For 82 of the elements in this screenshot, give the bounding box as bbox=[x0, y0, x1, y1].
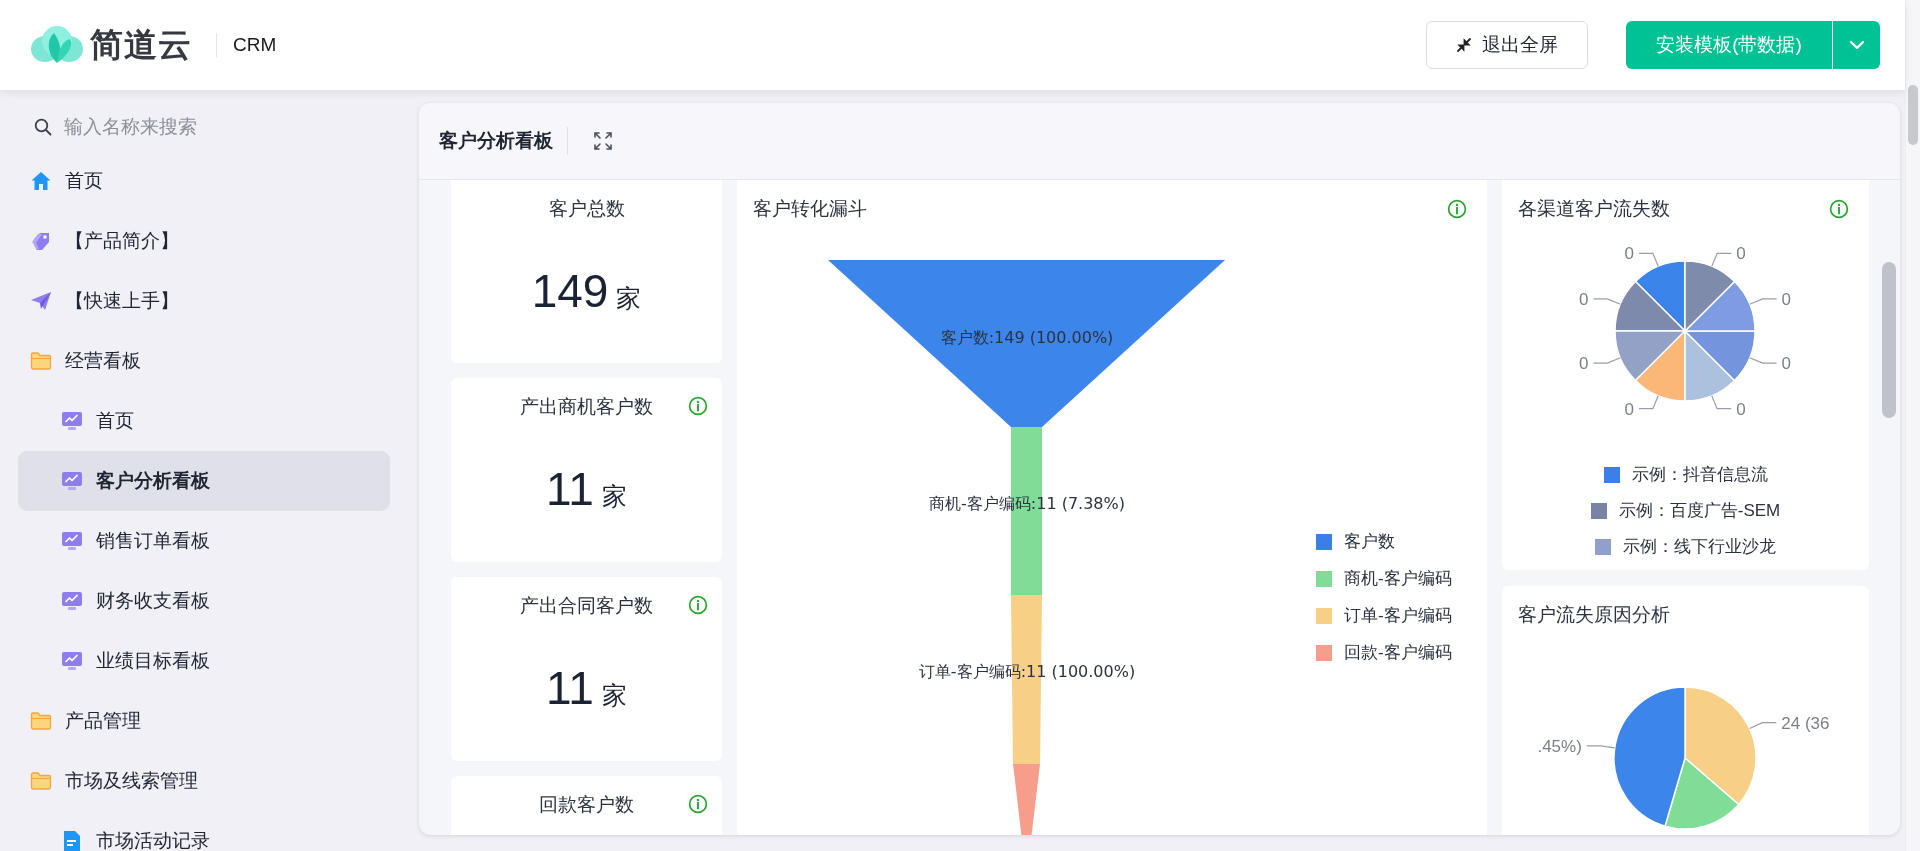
metric-unit: 家 bbox=[616, 283, 642, 314]
pie-label: 0 bbox=[1578, 289, 1589, 309]
sidebar-item[interactable]: 首页 bbox=[18, 151, 390, 211]
info-icon[interactable] bbox=[1829, 199, 1849, 219]
sidebar-item[interactable]: 业绩目标看板 bbox=[18, 631, 390, 691]
brand-name: 简道云 bbox=[90, 24, 192, 65]
leaf-logo-icon bbox=[30, 25, 84, 65]
leader-line bbox=[1711, 252, 1732, 267]
sidebar-item[interactable]: 销售订单看板 bbox=[18, 511, 390, 571]
metric-number: 11 bbox=[546, 462, 594, 516]
sidebar-item[interactable]: 【快速上手】 bbox=[18, 271, 390, 331]
search-icon bbox=[34, 118, 52, 136]
sidebar-item[interactable]: 财务收支看板 bbox=[18, 571, 390, 631]
leader-line bbox=[1638, 252, 1659, 267]
card-title: 客户总数 bbox=[548, 197, 625, 221]
legend-label: 商机-客户编码 bbox=[1344, 568, 1452, 590]
chart-monitor-icon bbox=[61, 530, 83, 552]
chart-monitor-icon bbox=[61, 590, 83, 612]
pie-label: 0 bbox=[1624, 399, 1634, 419]
metric-number: 11 bbox=[546, 661, 594, 715]
chart-monitor-icon bbox=[61, 470, 83, 492]
leader-line bbox=[1592, 298, 1621, 305]
legend-label: 示例：抖音信息流 bbox=[1631, 464, 1768, 486]
sidebar-item[interactable]: 客户分析看板 bbox=[18, 451, 390, 511]
card-title: 客户转化漏斗 bbox=[753, 197, 867, 221]
leader-line bbox=[1749, 298, 1778, 305]
info-icon[interactable] bbox=[688, 595, 708, 615]
sidebar-item[interactable]: 经营看板 bbox=[18, 331, 390, 391]
dropdown-button[interactable] bbox=[1832, 21, 1880, 69]
document-icon bbox=[61, 830, 83, 851]
search-field[interactable]: 输入名称来搜索 bbox=[62, 115, 362, 139]
tag-icon bbox=[30, 230, 52, 252]
pie-label: 0 bbox=[1736, 244, 1746, 264]
exit-fullscreen-button[interactable]: 退出全屏 bbox=[1426, 21, 1588, 69]
collapse-arrows-icon bbox=[1456, 37, 1472, 53]
legend-label: 回款-客户编码 bbox=[1344, 642, 1452, 664]
pie-label: 24 (36 bbox=[1781, 713, 1830, 733]
legend-label: 示例：线下行业沙龙 bbox=[1623, 536, 1776, 558]
pie-label: 0 bbox=[1736, 399, 1746, 419]
info-icon[interactable] bbox=[1447, 199, 1467, 219]
leader-line bbox=[1749, 722, 1777, 730]
metric-unit: 家 bbox=[601, 481, 627, 512]
legend-label: 示例：百度广告-SEM bbox=[1618, 500, 1781, 522]
card-title: 各渠道客户流失数 bbox=[1518, 197, 1670, 221]
leader-line bbox=[1711, 395, 1732, 410]
info-icon[interactable] bbox=[688, 396, 708, 416]
folder-icon bbox=[30, 710, 52, 732]
home-icon bbox=[30, 170, 52, 192]
card-title: 产出商机客户数 bbox=[520, 395, 653, 419]
pie-label: 0 bbox=[1781, 289, 1792, 309]
metric-unit: 家 bbox=[601, 680, 627, 711]
pie-label: 0 bbox=[1624, 244, 1634, 264]
product-name: CRM bbox=[233, 34, 277, 56]
dashboard-title: 客户分析看板 bbox=[439, 129, 553, 153]
leader-line bbox=[1638, 395, 1659, 410]
sidebar-item[interactable]: 产品管理 bbox=[18, 691, 390, 751]
page-scrollbar[interactable] bbox=[1905, 0, 1920, 851]
info-icon[interactable] bbox=[688, 794, 708, 814]
sidebar-item[interactable]: 市场活动记录 bbox=[18, 811, 390, 851]
card-title: 客户流失原因分析 bbox=[1518, 603, 1670, 627]
chevron-down-icon bbox=[1848, 40, 1865, 50]
pie-label: 0 bbox=[1578, 354, 1589, 374]
legend-label: 客户数 bbox=[1344, 531, 1395, 553]
sidebar-item[interactable]: 首页 bbox=[18, 391, 390, 451]
sidebar-item[interactable]: 【产品简介】 bbox=[18, 211, 390, 271]
folder-icon bbox=[30, 350, 52, 372]
leader-line bbox=[1592, 357, 1621, 364]
chart-monitor-icon bbox=[61, 410, 83, 432]
folder-icon bbox=[30, 770, 52, 792]
metric-number: 149 bbox=[531, 264, 609, 318]
pie-label: .45%) bbox=[1537, 736, 1582, 756]
pie-label: 0 bbox=[1781, 354, 1792, 374]
fullscreen-icon[interactable] bbox=[594, 132, 612, 150]
chart-monitor-icon bbox=[61, 650, 83, 672]
paper-plane-icon bbox=[30, 290, 52, 312]
card-title: 回款客户数 bbox=[539, 793, 634, 817]
funnel-label: 客户数:149 (100.00%) bbox=[940, 328, 1114, 347]
sidebar-item[interactable]: 市场及线索管理 bbox=[18, 751, 390, 811]
legend-label: 订单-客户编码 bbox=[1344, 605, 1452, 627]
card-title: 产出合同客户数 bbox=[520, 594, 653, 618]
leader-line bbox=[1749, 357, 1778, 364]
leader-line bbox=[1586, 745, 1616, 749]
